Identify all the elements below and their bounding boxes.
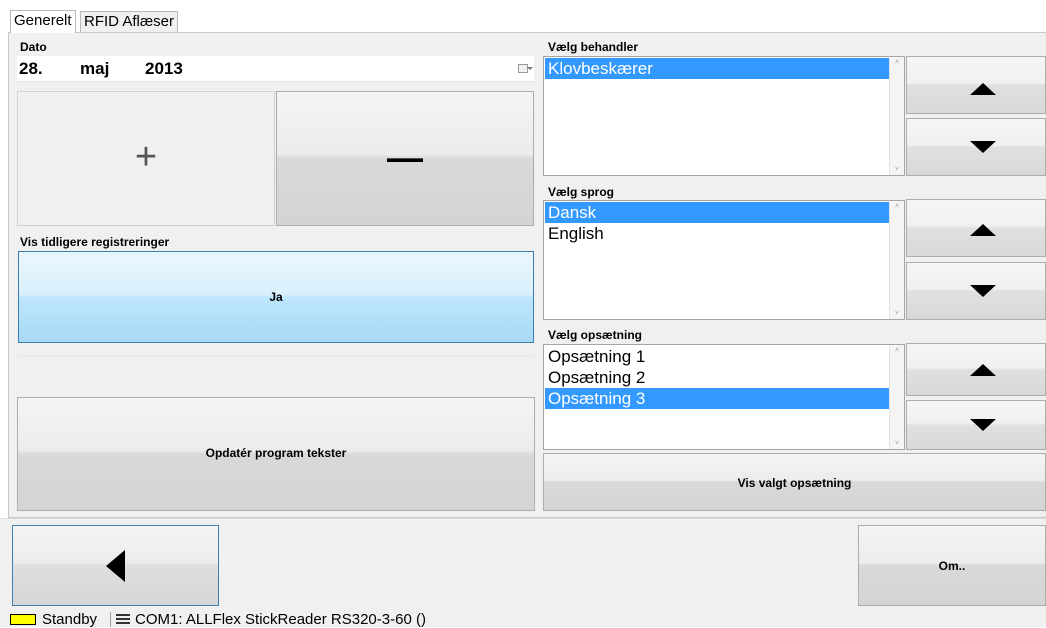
date-day: 28. bbox=[19, 59, 43, 78]
increment-date-button[interactable]: + bbox=[17, 91, 275, 226]
arrow-down-icon bbox=[970, 141, 996, 153]
date-month: maj bbox=[80, 59, 110, 78]
arrow-up-icon bbox=[970, 83, 996, 95]
sprog-scrollbar[interactable]: ˄ ˅ bbox=[889, 201, 904, 319]
om-button[interactable]: Om.. bbox=[858, 525, 1046, 606]
update-program-texts-label: Opdatér program tekster bbox=[205, 446, 347, 460]
vis-tidligere-label: Vis tidligere registreringer bbox=[20, 235, 170, 249]
back-triangle-icon bbox=[106, 550, 125, 582]
arrow-up-icon bbox=[970, 224, 996, 236]
serial-port-icon bbox=[116, 614, 130, 625]
list-item[interactable]: Dansk bbox=[545, 202, 889, 223]
list-item[interactable]: English bbox=[545, 223, 889, 244]
scroll-up-icon[interactable]: ˄ bbox=[890, 59, 904, 66]
back-button[interactable] bbox=[12, 525, 219, 606]
arrow-up-icon bbox=[970, 364, 996, 376]
standby-indicator-icon bbox=[10, 614, 36, 625]
sprog-listbox[interactable]: Dansk English ˄ ˅ bbox=[543, 200, 905, 320]
behandler-scrollbar[interactable]: ˄ ˅ bbox=[889, 57, 904, 175]
behandler-listbox[interactable]: Klovbeskærer ˄ ˅ bbox=[543, 56, 905, 176]
list-item[interactable]: Klovbeskærer bbox=[545, 58, 889, 79]
sprog-label: Vælg sprog bbox=[548, 185, 615, 199]
date-year: 2013 bbox=[145, 59, 183, 78]
plus-icon: + bbox=[134, 136, 158, 178]
behandler-list: Klovbeskærer bbox=[545, 58, 889, 79]
sprog-list: Dansk English bbox=[545, 202, 889, 244]
opsaetning-up-button[interactable] bbox=[906, 343, 1046, 396]
dropdown-arrow-icon bbox=[527, 67, 533, 70]
behandler-down-button[interactable] bbox=[906, 118, 1046, 176]
status-bar: Standby COM1: ALLFlex StickReader RS320-… bbox=[0, 611, 1046, 628]
decrement-date-button[interactable]: — bbox=[276, 91, 534, 226]
sprog-up-button[interactable] bbox=[906, 199, 1046, 257]
list-item[interactable]: Opsætning 3 bbox=[545, 388, 889, 409]
scroll-down-icon[interactable]: ˅ bbox=[890, 166, 904, 173]
behandler-up-button[interactable] bbox=[906, 56, 1046, 114]
scroll-down-icon[interactable]: ˅ bbox=[890, 440, 904, 447]
status-divider bbox=[110, 612, 111, 627]
dato-label: Dato bbox=[20, 40, 47, 54]
tab-generelt[interactable]: Generelt bbox=[10, 10, 76, 33]
opsaetning-listbox[interactable]: Opsætning 1 Opsætning 2 Opsætning 3 ˄ ˅ bbox=[543, 344, 905, 450]
date-picker[interactable]: 28. maj 2013 bbox=[17, 56, 534, 82]
minus-icon: — bbox=[387, 137, 423, 178]
tab-rfid-aflaeser[interactable]: RFID Aflæser bbox=[80, 11, 179, 32]
sprog-down-button[interactable] bbox=[906, 262, 1046, 320]
scroll-up-icon[interactable]: ˄ bbox=[890, 347, 904, 354]
opsaetning-list: Opsætning 1 Opsætning 2 Opsætning 3 bbox=[545, 346, 889, 409]
vis-tidligere-ja-button[interactable]: Ja bbox=[18, 251, 534, 343]
update-program-texts-button[interactable]: Opdatér program tekster bbox=[17, 397, 535, 511]
om-label: Om.. bbox=[938, 559, 966, 573]
ja-label: Ja bbox=[269, 290, 283, 304]
arrow-down-icon bbox=[970, 419, 996, 431]
scroll-up-icon[interactable]: ˄ bbox=[890, 203, 904, 210]
list-item[interactable]: Opsætning 2 bbox=[545, 367, 889, 388]
status-state: Standby bbox=[42, 611, 98, 628]
arrow-down-icon bbox=[970, 285, 996, 297]
list-item[interactable]: Opsætning 1 bbox=[545, 346, 889, 367]
vis-valgt-opsaetning-label: Vis valgt opsætning bbox=[737, 476, 852, 490]
empty-spacer-bar bbox=[17, 355, 534, 393]
opsaetning-down-button[interactable] bbox=[906, 400, 1046, 450]
opsaetning-label: Vælg opsætning bbox=[548, 328, 642, 342]
opsaetning-scrollbar[interactable]: ˄ ˅ bbox=[889, 345, 904, 449]
scroll-down-icon[interactable]: ˅ bbox=[890, 310, 904, 317]
vis-valgt-opsaetning-button[interactable]: Vis valgt opsætning bbox=[543, 453, 1046, 511]
status-port: COM1: ALLFlex StickReader RS320-3-60 () bbox=[135, 611, 426, 628]
behandler-label: Vælg behandler bbox=[548, 40, 639, 54]
